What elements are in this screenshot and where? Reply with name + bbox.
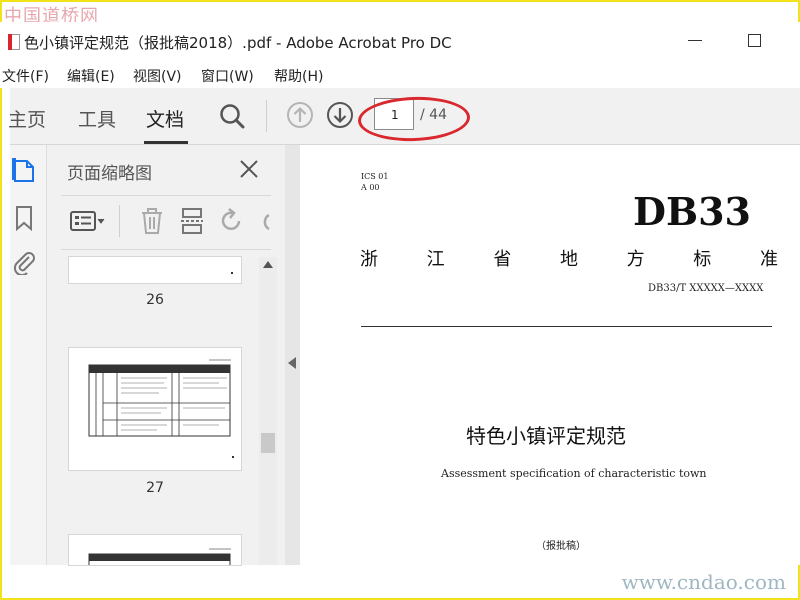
tab-home[interactable]: 主页 <box>8 105 46 132</box>
navigation-rail <box>10 145 47 565</box>
search-icon[interactable] <box>218 102 246 130</box>
menu-help[interactable]: 帮助(H) <box>274 66 323 86</box>
minimize-button[interactable] <box>688 40 702 41</box>
heading-char: 省 <box>493 249 512 270</box>
heading-rule <box>361 326 772 327</box>
menu-view[interactable]: 视图(V) <box>133 66 182 86</box>
heading-char: 标 <box>693 249 712 270</box>
menu-bar: 文件(F) 编辑(E) 视图(V) 窗口(W) 帮助(H) <box>0 62 800 88</box>
document-page: ICS 01 A 00 DB33 浙 江 省 地 方 标 准 DB33/T XX… <box>300 145 800 565</box>
scroll-up-arrow[interactable] <box>263 261 273 268</box>
menu-window[interactable]: 窗口(W) <box>201 66 254 86</box>
pdf-file-icon <box>8 34 20 50</box>
province-standard-heading: 浙 江 省 地 方 标 准 <box>360 245 778 271</box>
thumbnail-label: 26 <box>146 292 164 308</box>
ccs-line: A 00 <box>361 183 380 192</box>
rotate-icon[interactable] <box>219 207 245 235</box>
window-title: 色小镇评定规范（报批稿2018）.pdf - Adobe Acrobat Pro… <box>24 34 452 52</box>
attachment-icon[interactable] <box>12 249 36 275</box>
thumbnail-panel: 页面缩略图 26 27 <box>47 145 285 565</box>
window-titlebar: 色小镇评定规范（报批稿2018）.pdf - Adobe Acrobat Pro… <box>0 22 800 62</box>
thumbnail-table-preview <box>88 359 234 458</box>
thumbnail-label: 27 <box>146 480 164 496</box>
extract-pages-icon[interactable] <box>179 207 205 235</box>
close-icon[interactable] <box>237 157 261 181</box>
panel-divider <box>61 195 271 196</box>
thumbnail-scrollbar[interactable] <box>259 257 277 565</box>
options-menu-icon[interactable] <box>69 207 107 235</box>
thumbnail-table-preview <box>88 548 231 565</box>
heading-char: 准 <box>759 249 778 270</box>
heading-char: 江 <box>426 249 445 270</box>
watermark-bottom: www.cndao.com <box>621 570 786 594</box>
panel-divider-2 <box>61 249 271 250</box>
toolbar-separator <box>266 100 267 132</box>
scroll-thumb[interactable] <box>261 433 275 453</box>
page-thumbnail[interactable] <box>69 257 241 283</box>
menu-file[interactable]: 文件(F) <box>2 66 49 86</box>
standard-code: DB33 <box>633 189 751 234</box>
document-title-en: Assessment specification of characterist… <box>441 467 707 480</box>
heading-char: 地 <box>559 249 578 270</box>
document-number: DB33/T XXXXX—XXXX <box>648 283 764 294</box>
tool-separator <box>119 205 120 237</box>
bookmark-icon[interactable] <box>12 205 36 231</box>
previous-page-icon[interactable] <box>286 101 314 129</box>
page-thumbnail[interactable] <box>69 348 241 470</box>
active-tab-indicator <box>144 141 188 144</box>
more-tools-icon[interactable] <box>257 207 271 235</box>
page-thumbnails-icon[interactable] <box>12 157 36 183</box>
panel-title: 页面缩略图 <box>67 164 152 184</box>
menu-edit[interactable]: 编辑(E) <box>67 66 115 86</box>
maximize-button[interactable] <box>748 34 761 47</box>
tab-tools[interactable]: 工具 <box>78 105 116 132</box>
heading-char: 浙 <box>360 249 378 270</box>
panel-collapse-strip[interactable] <box>285 145 300 565</box>
document-status: （报批稿） <box>536 541 586 552</box>
delete-icon[interactable] <box>139 207 165 235</box>
page-number-dot <box>231 272 233 274</box>
collapse-arrow-icon[interactable] <box>288 357 296 369</box>
ics-code: ICS 01 A 00 <box>361 171 388 193</box>
tab-document[interactable]: 文档 <box>146 105 184 132</box>
page-thumbnail[interactable] <box>69 535 241 565</box>
ics-line: ICS 01 <box>361 172 389 181</box>
heading-char: 方 <box>626 249 645 270</box>
document-title-cn: 特色小镇评定规范 <box>466 424 626 448</box>
next-page-icon[interactable] <box>326 101 354 129</box>
thumbnail-toolbar <box>61 201 271 241</box>
